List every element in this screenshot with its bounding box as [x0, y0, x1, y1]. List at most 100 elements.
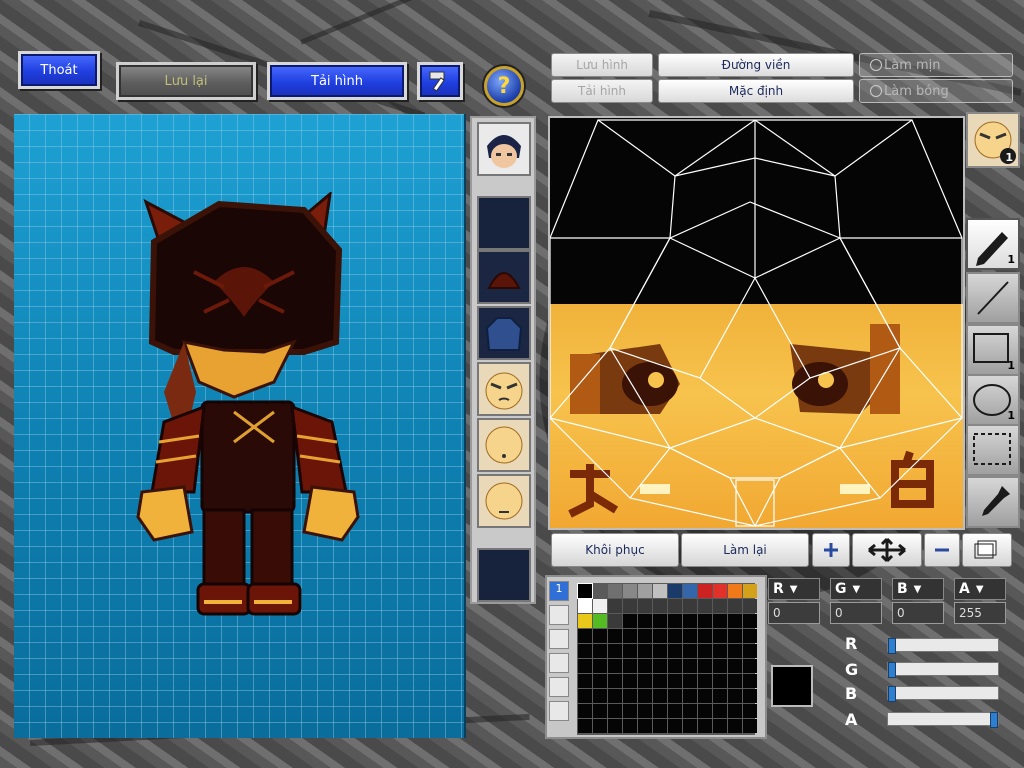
exit-button[interactable]: Thoát	[18, 51, 100, 89]
color-swatch[interactable]	[638, 584, 652, 598]
color-swatch[interactable]	[623, 704, 637, 718]
face-slot-1[interactable]	[477, 362, 531, 416]
color-swatch[interactable]	[608, 599, 622, 613]
blue-slider[interactable]	[887, 686, 999, 702]
color-swatch[interactable]	[683, 674, 697, 688]
color-swatch[interactable]	[608, 644, 622, 658]
color-swatch[interactable]	[638, 644, 652, 658]
layer-button[interactable]	[962, 533, 1012, 567]
color-swatch[interactable]	[683, 599, 697, 613]
color-swatch[interactable]	[668, 704, 682, 718]
color-swatch[interactable]	[593, 674, 607, 688]
color-swatch[interactable]	[743, 584, 757, 598]
color-swatch[interactable]	[743, 644, 757, 658]
tab-outline[interactable]: Đường viền	[658, 53, 854, 77]
color-swatch[interactable]	[698, 629, 712, 643]
color-swatch[interactable]	[668, 689, 682, 703]
pencil-tool[interactable]: 1	[966, 218, 1020, 270]
color-swatch[interactable]	[728, 614, 742, 628]
color-swatch[interactable]	[653, 704, 667, 718]
color-swatch[interactable]	[713, 584, 727, 598]
dropdown-arrow-icon[interactable]: ▼	[790, 584, 798, 595]
palette-tab-5[interactable]	[549, 677, 569, 697]
color-swatch[interactable]	[668, 644, 682, 658]
face-slot-3[interactable]	[477, 474, 531, 528]
color-swatch[interactable]	[638, 599, 652, 613]
color-swatch[interactable]	[668, 659, 682, 673]
color-swatch[interactable]	[683, 584, 697, 598]
color-swatch[interactable]	[578, 704, 592, 718]
palette-tab-3[interactable]	[549, 629, 569, 649]
color-swatch[interactable]	[743, 674, 757, 688]
green-slider[interactable]	[887, 662, 999, 678]
color-swatch[interactable]	[728, 704, 742, 718]
color-swatch[interactable]	[743, 719, 757, 733]
radio-smooth[interactable]: Làm mịn	[859, 53, 1013, 77]
color-swatch[interactable]	[638, 719, 652, 733]
color-swatch[interactable]	[668, 614, 682, 628]
color-swatch[interactable]	[698, 599, 712, 613]
load-image-button[interactable]: Tải hình	[267, 62, 407, 100]
palette-tab-6[interactable]	[549, 701, 569, 721]
color-swatch[interactable]	[608, 629, 622, 643]
character-preview-canvas[interactable]	[14, 114, 466, 738]
color-swatch[interactable]	[593, 704, 607, 718]
color-swatch[interactable]	[713, 689, 727, 703]
color-swatch[interactable]	[593, 689, 607, 703]
color-swatch[interactable]	[608, 614, 622, 628]
color-swatch[interactable]	[683, 644, 697, 658]
palette-tab-1[interactable]: 1	[549, 581, 569, 601]
redo-button[interactable]: Làm lại	[681, 533, 809, 567]
color-swatch[interactable]	[668, 674, 682, 688]
palette-tab-4[interactable]	[549, 653, 569, 673]
color-swatch[interactable]	[623, 584, 637, 598]
empty-slot-2[interactable]	[477, 548, 531, 602]
hat-slot[interactable]	[477, 250, 531, 304]
color-swatch[interactable]	[683, 704, 697, 718]
color-swatch[interactable]	[623, 614, 637, 628]
color-swatch[interactable]	[638, 674, 652, 688]
selection-tool[interactable]	[966, 424, 1020, 476]
color-swatch[interactable]	[683, 659, 697, 673]
color-swatch[interactable]	[578, 689, 592, 703]
color-swatch[interactable]	[608, 674, 622, 688]
color-swatch[interactable]	[653, 614, 667, 628]
color-swatch[interactable]	[728, 659, 742, 673]
dropdown-arrow-icon[interactable]: ▼	[976, 584, 984, 595]
color-swatch[interactable]	[698, 584, 712, 598]
color-swatch[interactable]	[728, 674, 742, 688]
color-swatch[interactable]	[608, 659, 622, 673]
color-swatch[interactable]	[608, 689, 622, 703]
color-swatch[interactable]	[623, 719, 637, 733]
color-swatch[interactable]	[743, 704, 757, 718]
color-swatch[interactable]	[638, 689, 652, 703]
color-swatch[interactable]	[638, 614, 652, 628]
color-swatch[interactable]	[593, 719, 607, 733]
restore-button[interactable]: Khôi phục	[551, 533, 679, 567]
move-button[interactable]	[852, 533, 922, 567]
color-swatch[interactable]	[668, 629, 682, 643]
color-swatch[interactable]	[713, 719, 727, 733]
color-swatch[interactable]	[608, 704, 622, 718]
red-value-input[interactable]: 0	[768, 602, 820, 624]
red-slider[interactable]	[887, 638, 999, 654]
color-swatch[interactable]	[728, 584, 742, 598]
color-swatch[interactable]	[653, 674, 667, 688]
color-swatch[interactable]	[683, 719, 697, 733]
color-swatch[interactable]	[593, 659, 607, 673]
zoom-in-button[interactable]	[812, 533, 850, 567]
color-swatch[interactable]	[593, 644, 607, 658]
hammer-button[interactable]	[417, 62, 463, 100]
color-swatch[interactable]	[698, 719, 712, 733]
color-swatch[interactable]	[608, 719, 622, 733]
color-swatch[interactable]	[698, 614, 712, 628]
radio-gloss[interactable]: Làm bóng	[859, 79, 1013, 103]
face-part-selector[interactable]: 1	[966, 112, 1020, 168]
color-swatch[interactable]	[623, 644, 637, 658]
red-slider-knob[interactable]	[888, 638, 896, 654]
color-swatch[interactable]	[683, 614, 697, 628]
color-swatch[interactable]	[623, 674, 637, 688]
color-swatch[interactable]	[743, 629, 757, 643]
color-swatch[interactable]	[577, 583, 593, 599]
color-swatch[interactable]	[623, 689, 637, 703]
